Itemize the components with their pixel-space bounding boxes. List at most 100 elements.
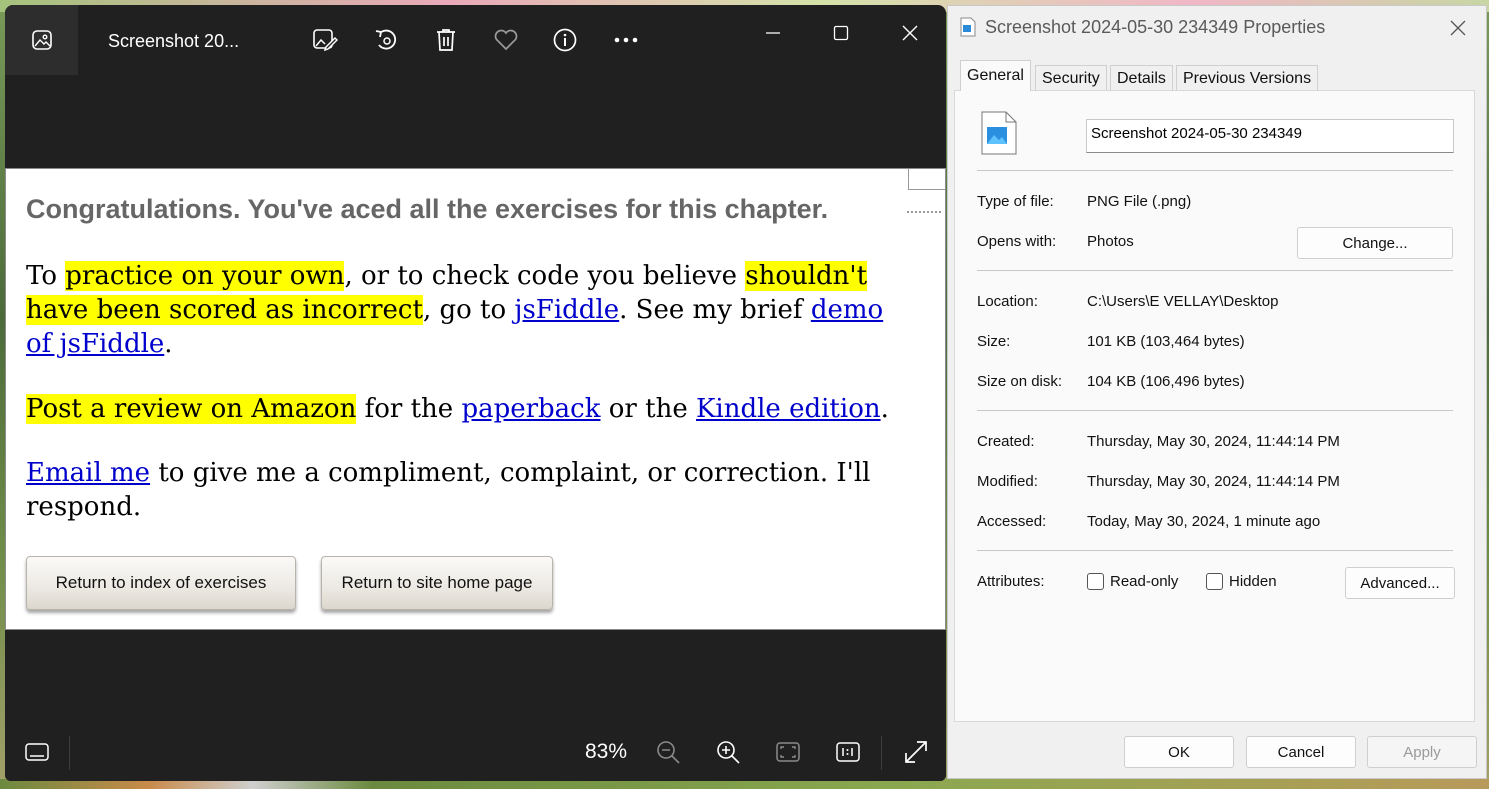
fit-window-icon bbox=[776, 742, 800, 762]
more-icon bbox=[614, 37, 638, 43]
return-index-button-image: Return to index of exercises bbox=[26, 556, 296, 610]
tab-general[interactable]: General bbox=[960, 60, 1031, 91]
paperback-link: paperback bbox=[461, 394, 601, 424]
maximize-button[interactable] bbox=[821, 15, 861, 51]
tab-previous-versions[interactable]: Previous Versions bbox=[1176, 65, 1319, 91]
section-divider bbox=[977, 550, 1453, 551]
highlight-span: Post a review on Amazon bbox=[26, 394, 357, 424]
more-button[interactable] bbox=[611, 25, 641, 55]
section-divider bbox=[977, 270, 1453, 271]
dialog-close-button[interactable] bbox=[1444, 14, 1472, 42]
zoom-out-icon bbox=[657, 741, 680, 764]
photos-file-title: Screenshot 20... bbox=[108, 31, 240, 51]
general-tab-panel bbox=[954, 90, 1475, 722]
image-heading: Congratulations. You've aced all the exe… bbox=[26, 194, 829, 224]
location-label: Location: bbox=[977, 293, 1038, 310]
email-link: Email me bbox=[26, 458, 151, 488]
image-dotted-line bbox=[907, 211, 941, 213]
delete-button[interactable] bbox=[431, 25, 461, 55]
actual-size-button[interactable] bbox=[833, 738, 863, 766]
zoom-in-icon bbox=[717, 741, 740, 764]
attributes-label: Attributes: bbox=[977, 573, 1045, 590]
minimize-icon bbox=[766, 32, 780, 34]
filmstrip-icon bbox=[25, 743, 49, 761]
image-paragraph-review: Post a review on Amazon for the paperbac… bbox=[26, 392, 916, 426]
info-icon bbox=[553, 28, 577, 52]
properties-dialog: Screenshot 2024-05-30 234349 Properties … bbox=[947, 5, 1487, 779]
cancel-button[interactable]: Cancel bbox=[1246, 736, 1356, 768]
size-value: 101 KB (103,464 bytes) bbox=[1087, 333, 1245, 350]
size-label: Size: bbox=[977, 333, 1011, 350]
photos-window: Screenshot 20... Congratulations. You've… bbox=[5, 5, 946, 781]
close-icon bbox=[1450, 20, 1466, 36]
png-file-icon bbox=[960, 17, 976, 37]
accessed-value: Today, May 30, 2024, 1 minute ago bbox=[1087, 513, 1321, 530]
zoom-out-button[interactable] bbox=[653, 738, 683, 766]
section-divider bbox=[977, 410, 1453, 411]
gallery-icon bbox=[31, 30, 52, 50]
created-value: Thursday, May 30, 2024, 11:44:14 PM bbox=[1087, 433, 1340, 450]
text-span: to give me a compliment, complaint, or c… bbox=[26, 458, 871, 522]
toolbar-divider bbox=[881, 736, 882, 770]
fullscreen-button[interactable] bbox=[901, 738, 931, 766]
zoom-in-button[interactable] bbox=[713, 738, 743, 766]
trash-icon bbox=[437, 29, 455, 51]
close-button[interactable] bbox=[890, 15, 930, 51]
size-on-disk-value: 104 KB (106,496 bytes) bbox=[1087, 373, 1245, 390]
tab-security[interactable]: Security bbox=[1035, 65, 1107, 91]
opens-with-label: Opens with: bbox=[977, 233, 1057, 250]
toolbar-divider bbox=[69, 736, 70, 770]
text-span: or the bbox=[600, 394, 696, 424]
location-value: C:\Users\E VELLAY\Desktop bbox=[1087, 293, 1279, 310]
apply-button[interactable]: Apply bbox=[1367, 736, 1477, 768]
kindle-link: Kindle edition bbox=[695, 394, 881, 424]
image-canvas[interactable]: Congratulations. You've aced all the exe… bbox=[5, 168, 946, 630]
advanced-button[interactable]: Advanced... bbox=[1345, 567, 1455, 599]
text-span: , go to bbox=[422, 295, 515, 325]
edit-image-button[interactable] bbox=[310, 25, 340, 55]
checkbox-box[interactable] bbox=[1087, 573, 1104, 590]
info-button[interactable] bbox=[550, 25, 580, 55]
jsfiddle-link: jsFiddle bbox=[514, 295, 620, 325]
edit-image-icon bbox=[313, 29, 338, 52]
rotate-button[interactable] bbox=[371, 25, 401, 55]
actual-size-icon bbox=[836, 742, 860, 762]
checkbox-box[interactable] bbox=[1206, 573, 1223, 590]
modified-label: Modified: bbox=[977, 473, 1038, 490]
readonly-label: Read-only bbox=[1110, 573, 1179, 590]
minimize-button[interactable] bbox=[753, 15, 793, 51]
return-home-button-image: Return to site home page bbox=[321, 556, 553, 610]
photos-app-icon[interactable] bbox=[5, 5, 78, 75]
accessed-label: Accessed: bbox=[977, 513, 1047, 530]
text-span: . See my brief bbox=[619, 295, 811, 325]
text-span: . bbox=[164, 329, 173, 359]
favorite-button[interactable] bbox=[491, 25, 521, 55]
heart-icon bbox=[494, 29, 518, 51]
text-span: . bbox=[880, 394, 889, 424]
filename-input[interactable]: Screenshot 2024-05-30 234349 bbox=[1086, 119, 1454, 153]
highlight-span: practice on your own bbox=[65, 261, 345, 291]
file-preview-icon bbox=[981, 111, 1017, 155]
photos-titlebar: Screenshot 20... bbox=[5, 5, 946, 75]
type-value: PNG File (.png) bbox=[1087, 193, 1192, 210]
expand-icon bbox=[905, 741, 927, 763]
text-span: for the bbox=[356, 394, 462, 424]
section-divider bbox=[977, 170, 1453, 171]
ok-button[interactable]: OK bbox=[1124, 736, 1234, 768]
image-corner-box bbox=[908, 169, 945, 190]
change-button[interactable]: Change... bbox=[1297, 227, 1453, 259]
maximize-icon bbox=[833, 25, 849, 41]
image-paragraph-email: Email me to give me a compliment, compla… bbox=[26, 456, 916, 524]
fit-to-window-button[interactable] bbox=[773, 738, 803, 766]
hidden-label: Hidden bbox=[1229, 573, 1277, 590]
size-on-disk-label: Size on disk: bbox=[977, 373, 1063, 390]
type-label: Type of file: bbox=[977, 193, 1054, 210]
zoom-level[interactable]: 83% bbox=[583, 738, 629, 766]
tab-details[interactable]: Details bbox=[1110, 65, 1173, 91]
photos-bottom-bar: 83% bbox=[5, 722, 946, 781]
readonly-checkbox[interactable]: Read-only bbox=[1087, 573, 1178, 590]
text-span: To bbox=[26, 261, 66, 291]
filmstrip-button[interactable] bbox=[22, 738, 52, 766]
hidden-checkbox[interactable]: Hidden bbox=[1206, 573, 1277, 590]
dialog-title: Screenshot 2024-05-30 234349 Properties bbox=[985, 17, 1326, 37]
